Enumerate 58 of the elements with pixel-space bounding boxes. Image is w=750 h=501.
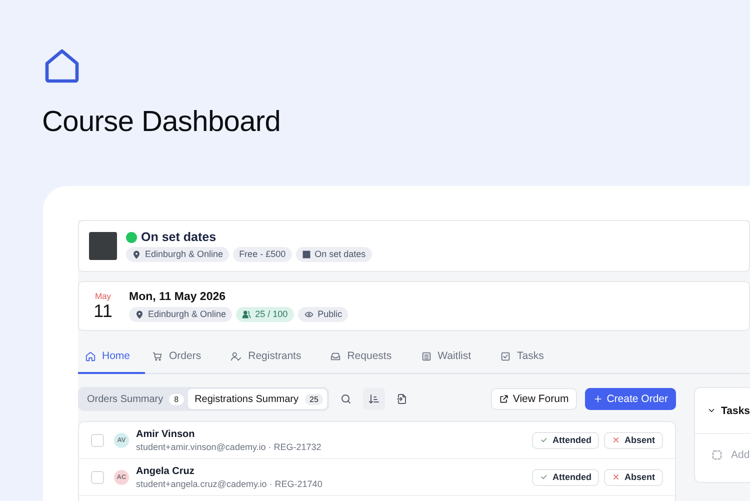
registrant-name: Angela Cruz	[136, 466, 196, 476]
location-tag: Edinburgh & Online	[126, 247, 230, 262]
plus-icon	[592, 394, 603, 404]
home-icon	[85, 350, 96, 362]
add-task-link[interactable]: Add	[731, 449, 750, 461]
location-tag: Edinburgh & Online	[129, 306, 232, 322]
external-link-icon	[498, 394, 509, 404]
search-icon	[340, 393, 352, 405]
tasks-title: Tasks	[721, 404, 750, 416]
inbox-icon	[330, 350, 342, 362]
location-pin-icon	[132, 250, 141, 259]
session-month: May	[94, 290, 112, 300]
session-day: 11	[94, 300, 112, 322]
location-pin-icon	[135, 310, 144, 318]
absent-button[interactable]: Absent	[604, 432, 663, 448]
check-icon	[540, 473, 548, 481]
file-import-icon	[396, 393, 408, 405]
view-forum-button[interactable]: View Forum	[490, 388, 577, 410]
eye-icon	[304, 310, 314, 318]
count-badge: 25	[304, 394, 324, 404]
nav-tab[interactable]: Waitlist	[414, 340, 494, 374]
event-title: On set dates	[141, 230, 216, 244]
summary-tab[interactable]: Registrations Summary 25	[188, 389, 328, 409]
sort-button[interactable]	[363, 388, 386, 410]
people-icon	[242, 310, 252, 318]
nav-tab[interactable]: Tasks	[493, 340, 566, 374]
check-icon	[540, 436, 548, 444]
nav-tab[interactable]: Orders	[145, 340, 224, 374]
cart-icon	[152, 350, 164, 362]
row-checkbox[interactable]	[91, 470, 104, 484]
visibility-tag: Public	[298, 306, 348, 322]
capacity-tag: 25 / 100	[236, 306, 294, 322]
photo-placeholder	[89, 232, 117, 260]
price-tag: Free - £500	[233, 247, 292, 262]
registrant-detail: student+angela.cruz@cademy.io · REG-21740	[136, 478, 322, 488]
close-icon	[612, 436, 620, 444]
attended-button[interactable]: Attended	[532, 432, 600, 448]
absent-button[interactable]: Absent	[604, 468, 663, 486]
create-order-button[interactable]: Create Order	[584, 388, 676, 410]
session-date: Mon, 11 May 2026	[129, 290, 227, 302]
registrant-name: Amir Vinson	[136, 428, 196, 440]
sort-icon	[368, 393, 380, 405]
count-badge: 8	[169, 394, 184, 404]
nav-tab[interactable]: Requests	[323, 340, 414, 374]
user-check-icon	[230, 350, 242, 362]
dashed-checkbox-icon	[711, 449, 723, 461]
schedule-tag: On set dates	[296, 247, 372, 262]
nav-tab[interactable]: Home	[78, 340, 146, 374]
nav-tab[interactable]: Registrants	[223, 340, 324, 374]
registrant-detail: student+amir.vinson@cademy.io · REG-21732	[136, 442, 322, 452]
close-icon	[612, 473, 620, 481]
chevron-down-icon	[707, 406, 716, 415]
page-title: Course Dashboard	[42, 106, 281, 139]
summary-tab[interactable]: Orders Summary 8	[80, 389, 188, 409]
checkbox-icon	[500, 350, 512, 362]
row-checkbox[interactable]	[91, 434, 104, 446]
list-icon	[420, 350, 432, 362]
attended-button[interactable]: Attended	[532, 468, 600, 486]
